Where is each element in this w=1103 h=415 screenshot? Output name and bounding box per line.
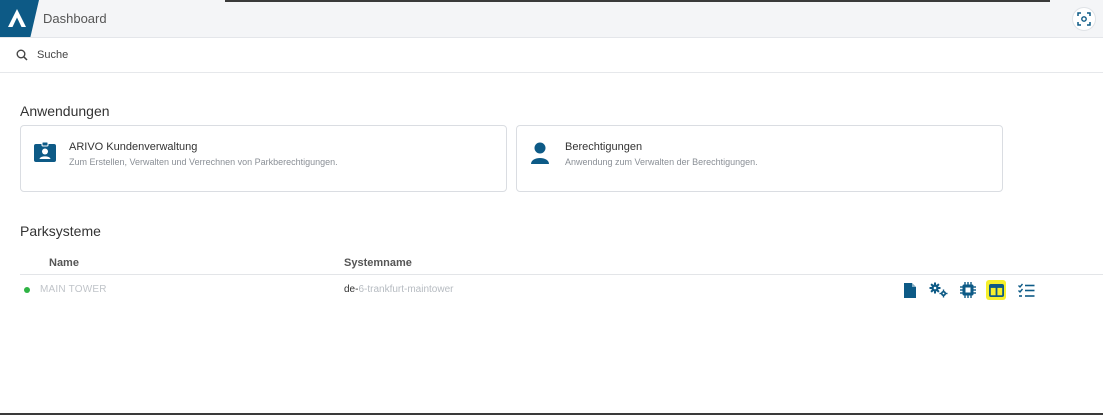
card-title: ARIVO Kundenverwaltung xyxy=(69,141,198,153)
table-divider xyxy=(20,274,1103,275)
document-icon xyxy=(904,282,916,298)
search-input[interactable]: Suche xyxy=(37,49,68,61)
search-bar[interactable]: Suche xyxy=(0,38,1103,73)
arivo-logo[interactable] xyxy=(0,0,39,37)
top-bar: Dashboard xyxy=(0,0,1103,38)
settings-action-button[interactable] xyxy=(929,280,949,300)
columns-action-button[interactable] xyxy=(986,280,1006,300)
screenshot-button[interactable] xyxy=(1072,7,1096,31)
user-icon xyxy=(531,142,549,164)
logo-icon xyxy=(8,9,26,27)
top-edge-line xyxy=(225,0,1050,2)
column-header-systemname[interactable]: Systemname xyxy=(344,257,412,269)
app-card-kundenverwaltung[interactable]: ARIVO Kundenverwaltung Zum Erstellen, Ve… xyxy=(20,125,507,192)
app-card-berechtigungen[interactable]: Berechtigungen Anwendung zum Verwalten d… xyxy=(516,125,1003,192)
card-description: Anwendung zum Verwalten der Berechtigung… xyxy=(565,157,758,167)
chip-action-button[interactable] xyxy=(958,280,978,300)
screen-capture-icon xyxy=(1077,12,1091,26)
card-title: Berechtigungen xyxy=(565,141,643,153)
systemname-rest: 6-trankfurt-maintower xyxy=(358,284,454,295)
search-icon xyxy=(16,49,28,61)
parksysteme-heading: Parksysteme xyxy=(20,223,101,239)
document-action-button[interactable] xyxy=(900,280,920,300)
card-description: Zum Erstellen, Verwalten und Verrechnen … xyxy=(69,157,338,167)
applications-heading: Anwendungen xyxy=(20,103,110,119)
page-title: Dashboard xyxy=(43,11,107,26)
chip-icon xyxy=(960,282,976,298)
row-name: MAIN TOWER xyxy=(40,284,107,295)
id-badge-icon xyxy=(34,141,56,162)
column-header-name[interactable]: Name xyxy=(49,257,79,269)
row-systemname: de-6-trankfurt-maintower xyxy=(344,284,453,295)
checklist-icon xyxy=(1017,283,1034,297)
columns-icon xyxy=(988,283,1004,297)
settings-gears-icon xyxy=(929,282,948,298)
systemname-prefix: de- xyxy=(344,284,359,295)
status-online-indicator xyxy=(24,287,30,293)
checklist-action-button[interactable] xyxy=(1016,280,1036,300)
